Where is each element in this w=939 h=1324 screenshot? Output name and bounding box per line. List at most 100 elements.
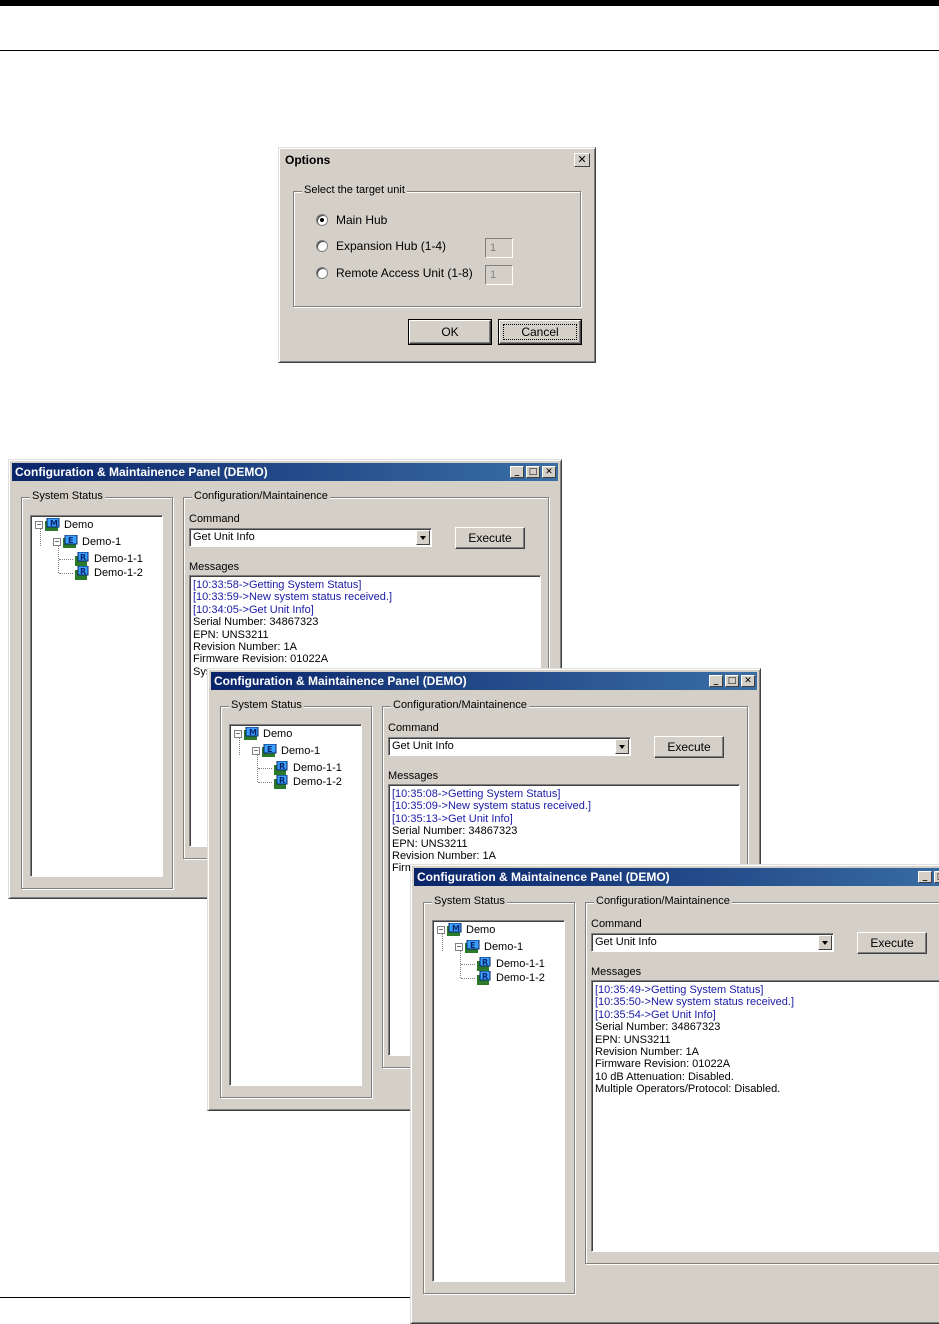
expansion-hub-icon: E: [63, 535, 78, 548]
tree-node-label: Demo-1: [281, 745, 321, 757]
tree-node-label: Demo-1: [82, 536, 122, 548]
maximize-icon[interactable]: □: [725, 675, 739, 687]
messages-box[interactable]: [10:35:49->Getting System Status] [10:35:…: [591, 980, 939, 1252]
close-icon[interactable]: ✕: [574, 153, 590, 167]
system-status-label: System Status: [30, 490, 105, 502]
chevron-down-icon[interactable]: [416, 530, 430, 545]
tree-node-rau-1[interactable]: R Demo-1-1: [274, 761, 342, 775]
command-select[interactable]: Get Unit Info: [388, 737, 631, 756]
tree-node-rau-1[interactable]: R Demo-1-1: [75, 552, 143, 566]
remote-access-unit-number[interactable]: 1: [485, 265, 513, 285]
tree-node-expansion[interactable]: − E Demo-1: [455, 940, 523, 954]
svg-text:R: R: [80, 553, 86, 562]
svg-text:M: M: [452, 924, 460, 933]
tree-node-rau-2[interactable]: R Demo-1-2: [75, 566, 143, 580]
main-hub-icon: M: [244, 727, 259, 740]
maximize-icon[interactable]: □: [526, 466, 540, 478]
execute-button[interactable]: Execute: [857, 932, 927, 954]
tree-node-label: Demo: [263, 728, 293, 740]
panel-titlebar[interactable]: Configuration & Maintainence Panel (DEMO…: [211, 672, 757, 690]
radio-expansion-hub-button[interactable]: [316, 240, 328, 252]
messages-label: Messages: [591, 966, 642, 978]
svg-text:R: R: [80, 567, 86, 576]
maximize-icon[interactable]: □: [934, 871, 939, 883]
close-icon[interactable]: ✕: [741, 675, 755, 687]
collapse-icon[interactable]: −: [252, 747, 260, 755]
target-unit-group-label: Select the target unit: [302, 184, 407, 196]
execute-button[interactable]: Execute: [654, 736, 724, 758]
message-line: [10:33:59->New system status received.]: [193, 591, 393, 604]
system-tree[interactable]: − M Demo − E Demo-1 R Demo-1-1 R Demo-1-…: [432, 920, 565, 1282]
collapse-icon[interactable]: −: [437, 926, 445, 934]
minimize-icon[interactable]: _: [918, 871, 932, 883]
collapse-icon[interactable]: −: [234, 730, 242, 738]
cancel-focus-ring: [503, 324, 577, 340]
svg-text:M: M: [249, 728, 257, 737]
tree-node-label: Demo: [64, 519, 94, 531]
tree-node-hub[interactable]: − M Demo: [234, 727, 292, 741]
command-label: Command: [189, 513, 240, 525]
minimize-icon[interactable]: _: [709, 675, 723, 687]
tree-node-hub[interactable]: − M Demo: [437, 923, 495, 937]
command-select[interactable]: Get Unit Info: [189, 528, 432, 547]
radio-expansion-hub[interactable]: Expansion Hub (1-4): [316, 239, 446, 253]
tree-node-label: Demo-1-1: [496, 958, 545, 970]
options-titlebar[interactable]: Options ✕: [282, 151, 592, 169]
chevron-down-icon[interactable]: [818, 935, 832, 950]
panel-title: Configuration & Maintainence Panel (DEMO…: [15, 465, 268, 479]
radio-remote-access-unit-button[interactable]: [316, 267, 328, 279]
message-line: [10:35:54->Get Unit Info]: [595, 1008, 716, 1021]
config-label: Configuration/Maintainence: [391, 699, 529, 711]
close-icon[interactable]: ✕: [542, 466, 556, 478]
message-line: [10:34:05->Get Unit Info]: [193, 603, 314, 616]
tree-node-rau-2[interactable]: R Demo-1-2: [477, 971, 545, 985]
main-hub-icon: M: [45, 518, 60, 531]
radio-main-hub-button[interactable]: [316, 214, 328, 226]
radio-main-hub[interactable]: Main Hub: [316, 213, 387, 227]
expansion-hub-number[interactable]: 1: [485, 238, 513, 258]
tree-node-expansion[interactable]: − E Demo-1: [252, 744, 320, 758]
panel-title: Configuration & Maintainence Panel (DEMO…: [214, 674, 467, 688]
minimize-icon[interactable]: _: [510, 466, 524, 478]
command-select-value: Get Unit Info: [193, 531, 255, 543]
radio-remote-access-unit[interactable]: Remote Access Unit (1-8): [316, 266, 473, 280]
cancel-button[interactable]: Cancel: [498, 319, 582, 345]
system-status-label: System Status: [432, 895, 507, 907]
collapse-icon[interactable]: −: [53, 538, 61, 546]
panel-title: Configuration & Maintainence Panel (DEMO…: [417, 870, 670, 884]
message-line: Multiple Operators/Protocol: Disabled.: [595, 1083, 781, 1096]
system-status-label: System Status: [229, 699, 304, 711]
messages-list: [10:33:58->Getting System Status] [10:33:…: [193, 579, 392, 678]
tree-node-label: Demo-1: [484, 941, 524, 953]
panel-titlebar[interactable]: Configuration & Maintainence Panel (DEMO…: [12, 463, 558, 481]
svg-text:E: E: [68, 536, 73, 545]
command-label: Command: [591, 918, 642, 930]
collapse-icon[interactable]: −: [35, 521, 43, 529]
tree-node-hub[interactable]: − M Demo: [35, 518, 93, 532]
system-tree[interactable]: − M Demo − E Demo-1 R Demo-1-1 R Demo-1-…: [229, 724, 362, 1086]
options-title: Options: [285, 153, 331, 167]
message-line: [10:33:58->Getting System Status]: [193, 579, 362, 591]
message-line: Firmware Revision: 01022A: [595, 1058, 731, 1071]
execute-button[interactable]: Execute: [455, 527, 525, 549]
panel-titlebar[interactable]: Configuration & Maintainence Panel (DEMO…: [414, 868, 939, 886]
ok-button[interactable]: OK: [408, 319, 492, 345]
tree-node-label: Demo-1-2: [94, 567, 143, 579]
chevron-down-icon[interactable]: [615, 739, 629, 754]
message-line: 10 dB Attenuation: Disabled.: [595, 1070, 734, 1083]
message-line: EPN: UNS3211: [392, 837, 468, 850]
message-line: [10:35:13->Get Unit Info]: [392, 812, 513, 825]
config-label: Configuration/Maintainence: [192, 490, 330, 502]
message-line: Serial Number: 34867323: [595, 1021, 721, 1034]
tree-node-rau-2[interactable]: R Demo-1-2: [274, 775, 342, 789]
main-hub-icon: M: [447, 923, 462, 936]
svg-text:R: R: [279, 776, 285, 785]
message-line: Firmware Revision: 01022A: [193, 653, 329, 666]
collapse-icon[interactable]: −: [455, 943, 463, 951]
command-select[interactable]: Get Unit Info: [591, 933, 834, 952]
tree-node-expansion[interactable]: − E Demo-1: [53, 535, 121, 549]
system-tree[interactable]: − M Demo − E Demo-1 R Demo-1-1 R Demo-1-…: [30, 515, 163, 877]
expansion-hub-icon: E: [465, 940, 480, 953]
radio-main-hub-label: Main Hub: [336, 213, 388, 227]
tree-node-rau-1[interactable]: R Demo-1-1: [477, 957, 545, 971]
